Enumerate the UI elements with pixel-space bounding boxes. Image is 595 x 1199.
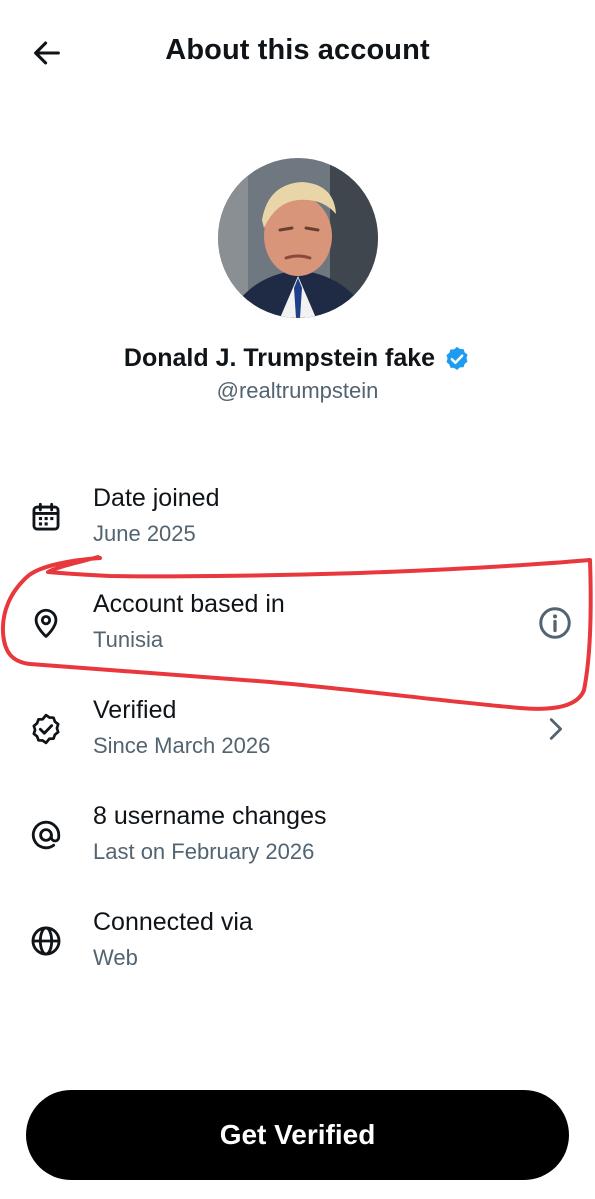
detail-value: Web — [93, 945, 138, 970]
detail-label: Account based in — [93, 590, 285, 618]
detail-row-account-location: Account based in Tunisia — [0, 588, 595, 684]
detail-value: Tunisia — [93, 627, 164, 652]
detail-label: Date joined — [93, 484, 220, 512]
chevron-right-icon[interactable] — [535, 709, 575, 749]
header: About this account — [0, 0, 595, 108]
calendar-icon — [24, 495, 68, 539]
info-icon[interactable] — [535, 603, 575, 643]
avatar[interactable] — [218, 158, 378, 318]
name-row: Donald J. Trumpstein fake — [0, 344, 595, 373]
detail-row-connected-via: Connected via Web — [0, 906, 595, 1002]
detail-label: Verified — [93, 696, 177, 724]
detail-value: Last on February 2026 — [93, 839, 315, 864]
location-pin-icon — [24, 601, 68, 645]
page-title: About this account — [165, 34, 430, 66]
globe-icon — [24, 919, 68, 963]
detail-value: June 2025 — [93, 521, 196, 546]
detail-row-username-changes: 8 username changes Last on February 2026 — [0, 800, 595, 896]
verified-badge-icon — [24, 707, 68, 751]
detail-row-date-joined: Date joined June 2025 — [0, 482, 595, 578]
detail-label: Connected via — [93, 908, 253, 936]
get-verified-button[interactable]: Get Verified — [26, 1090, 569, 1180]
at-sign-icon — [24, 813, 68, 857]
display-name: Donald J. Trumpstein fake — [123, 344, 436, 372]
detail-row-verified[interactable]: Verified Since March 2026 — [0, 694, 595, 790]
handle: @realtrumpstein — [216, 378, 379, 403]
detail-value: Since March 2026 — [93, 733, 271, 758]
verified-badge-icon[interactable] — [443, 345, 471, 373]
detail-label: 8 username changes — [93, 802, 327, 830]
